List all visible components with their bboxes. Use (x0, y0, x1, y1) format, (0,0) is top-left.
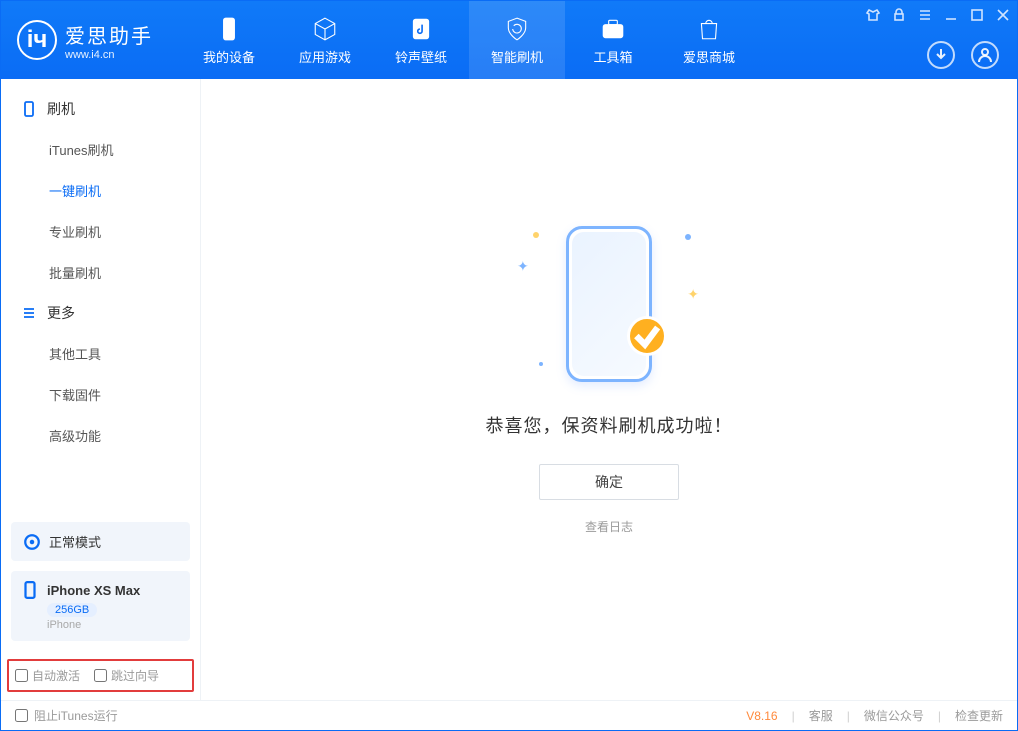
flash-options-highlight: 自动激活 跳过向导 (7, 659, 194, 692)
menu-icon[interactable] (917, 7, 933, 23)
nav-label: 铃声壁纸 (395, 47, 447, 66)
shirt-icon[interactable] (865, 7, 881, 23)
nav-label: 爱思商城 (683, 47, 735, 66)
nav-ringtones-wallpapers[interactable]: 铃声壁纸 (373, 1, 469, 79)
check-update-link[interactable]: 检查更新 (955, 707, 1003, 724)
music-file-icon (407, 15, 435, 43)
device-card[interactable]: iPhone XS Max 256GB iPhone (11, 571, 190, 641)
decor-dot (533, 232, 539, 238)
nav-smart-flash[interactable]: 智能刷机 (469, 1, 565, 79)
list-icon (21, 305, 37, 321)
download-icon[interactable] (927, 41, 955, 69)
success-check-icon (627, 316, 667, 356)
decor-dot (539, 362, 543, 366)
sidebar-item-batch-flash[interactable]: 批量刷机 (1, 252, 200, 293)
wechat-link[interactable]: 微信公众号 (864, 707, 924, 724)
shield-refresh-icon (503, 15, 531, 43)
divider: | (792, 709, 795, 723)
skip-guide-input[interactable] (94, 669, 107, 682)
app-name-cn: 爱思助手 (65, 20, 153, 49)
sidebar-item-other-tools[interactable]: 其他工具 (1, 333, 200, 374)
close-icon[interactable] (995, 7, 1011, 23)
mode-label: 正常模式 (49, 532, 101, 551)
phone-icon (215, 15, 243, 43)
divider: | (938, 709, 941, 723)
logo-area: iч 爱思助手 www.i4.cn (1, 1, 181, 79)
app-window: iч 爱思助手 www.i4.cn 我的设备 应用游戏 铃声壁纸 智能刷机 (0, 0, 1018, 731)
success-illustration: ✦ ✦ (509, 214, 709, 394)
header: iч 爱思助手 www.i4.cn 我的设备 应用游戏 铃声壁纸 智能刷机 (1, 1, 1017, 79)
user-icon[interactable] (971, 41, 999, 69)
device-type: iPhone (47, 619, 180, 631)
block-itunes-checkbox[interactable]: 阻止iTunes运行 (15, 707, 118, 724)
sidebar-group-flash: 刷机 (1, 89, 200, 129)
divider: | (847, 709, 850, 723)
device-phone-icon (21, 581, 39, 599)
view-log-link[interactable]: 查看日志 (585, 518, 633, 535)
sidebar-item-oneclick-flash[interactable]: 一键刷机 (1, 170, 200, 211)
nav-toolbox[interactable]: 工具箱 (565, 1, 661, 79)
footer-right: V8.16 | 客服 | 微信公众号 | 检查更新 (746, 707, 1003, 724)
footer: 阻止iTunes运行 V8.16 | 客服 | 微信公众号 | 检查更新 (1, 700, 1017, 730)
nav-my-device[interactable]: 我的设备 (181, 1, 277, 79)
sidebar-item-pro-flash[interactable]: 专业刷机 (1, 211, 200, 252)
sidebar-sections: 刷机 iTunes刷机 一键刷机 专业刷机 批量刷机 更多 其他工具 下载固件 … (1, 79, 200, 512)
sidebar-group-title: 更多 (47, 303, 75, 323)
auto-activate-input[interactable] (15, 669, 28, 682)
mode-card[interactable]: 正常模式 (11, 522, 190, 561)
window-controls (865, 7, 1011, 23)
auto-activate-checkbox[interactable]: 自动激活 (15, 667, 80, 684)
nav-store[interactable]: 爱思商城 (661, 1, 757, 79)
sidebar: 刷机 iTunes刷机 一键刷机 专业刷机 批量刷机 更多 其他工具 下载固件 … (1, 79, 201, 700)
device-capacity: 256GB (47, 603, 97, 617)
device-row: iPhone XS Max (21, 581, 180, 599)
body: 刷机 iTunes刷机 一键刷机 专业刷机 批量刷机 更多 其他工具 下载固件 … (1, 79, 1017, 700)
auto-activate-label: 自动激活 (32, 667, 80, 684)
app-name-en: www.i4.cn (65, 49, 153, 61)
logo-text: 爱思助手 www.i4.cn (65, 20, 153, 61)
sidebar-item-itunes-flash[interactable]: iTunes刷机 (1, 129, 200, 170)
maximize-icon[interactable] (969, 7, 985, 23)
i4-logo-icon: iч (17, 20, 57, 60)
sidebar-group-title: 刷机 (47, 99, 75, 119)
decor-dot (685, 234, 691, 240)
skip-guide-label: 跳过向导 (111, 667, 159, 684)
version-label: V8.16 (746, 709, 777, 723)
lock-icon[interactable] (891, 7, 907, 23)
top-nav: 我的设备 应用游戏 铃声壁纸 智能刷机 工具箱 爱思商城 (181, 1, 757, 79)
normal-mode-icon (23, 533, 41, 551)
ok-button[interactable]: 确定 (539, 464, 679, 500)
nav-label: 智能刷机 (491, 47, 543, 66)
sidebar-item-download-firmware[interactable]: 下载固件 (1, 374, 200, 415)
minimize-icon[interactable] (943, 7, 959, 23)
toolbox-icon (599, 15, 627, 43)
header-action-circles (927, 41, 999, 69)
nav-label: 我的设备 (203, 47, 255, 66)
sidebar-group-more: 更多 (1, 293, 200, 333)
sparkle-icon: ✦ (517, 258, 529, 275)
sidebar-item-advanced[interactable]: 高级功能 (1, 415, 200, 456)
device-name: iPhone XS Max (47, 583, 140, 598)
nav-label: 应用游戏 (299, 47, 351, 66)
cube-icon (311, 15, 339, 43)
block-itunes-input[interactable] (15, 709, 28, 722)
nav-apps-games[interactable]: 应用游戏 (277, 1, 373, 79)
customer-service-link[interactable]: 客服 (809, 707, 833, 724)
success-message: 恭喜您，保资料刷机成功啦！ (486, 412, 733, 438)
phone-illustration-icon (566, 226, 652, 382)
block-itunes-label: 阻止iTunes运行 (34, 707, 118, 724)
sidebar-bottom: 正常模式 iPhone XS Max 256GB iPhone (1, 512, 200, 651)
main-panel: ✦ ✦ 恭喜您，保资料刷机成功啦！ 确定 查看日志 (201, 79, 1017, 700)
sparkle-icon: ✦ (687, 286, 699, 303)
shopping-bag-icon (695, 15, 723, 43)
nav-label: 工具箱 (593, 47, 632, 66)
skip-guide-checkbox[interactable]: 跳过向导 (94, 667, 159, 684)
device-icon (21, 101, 37, 117)
